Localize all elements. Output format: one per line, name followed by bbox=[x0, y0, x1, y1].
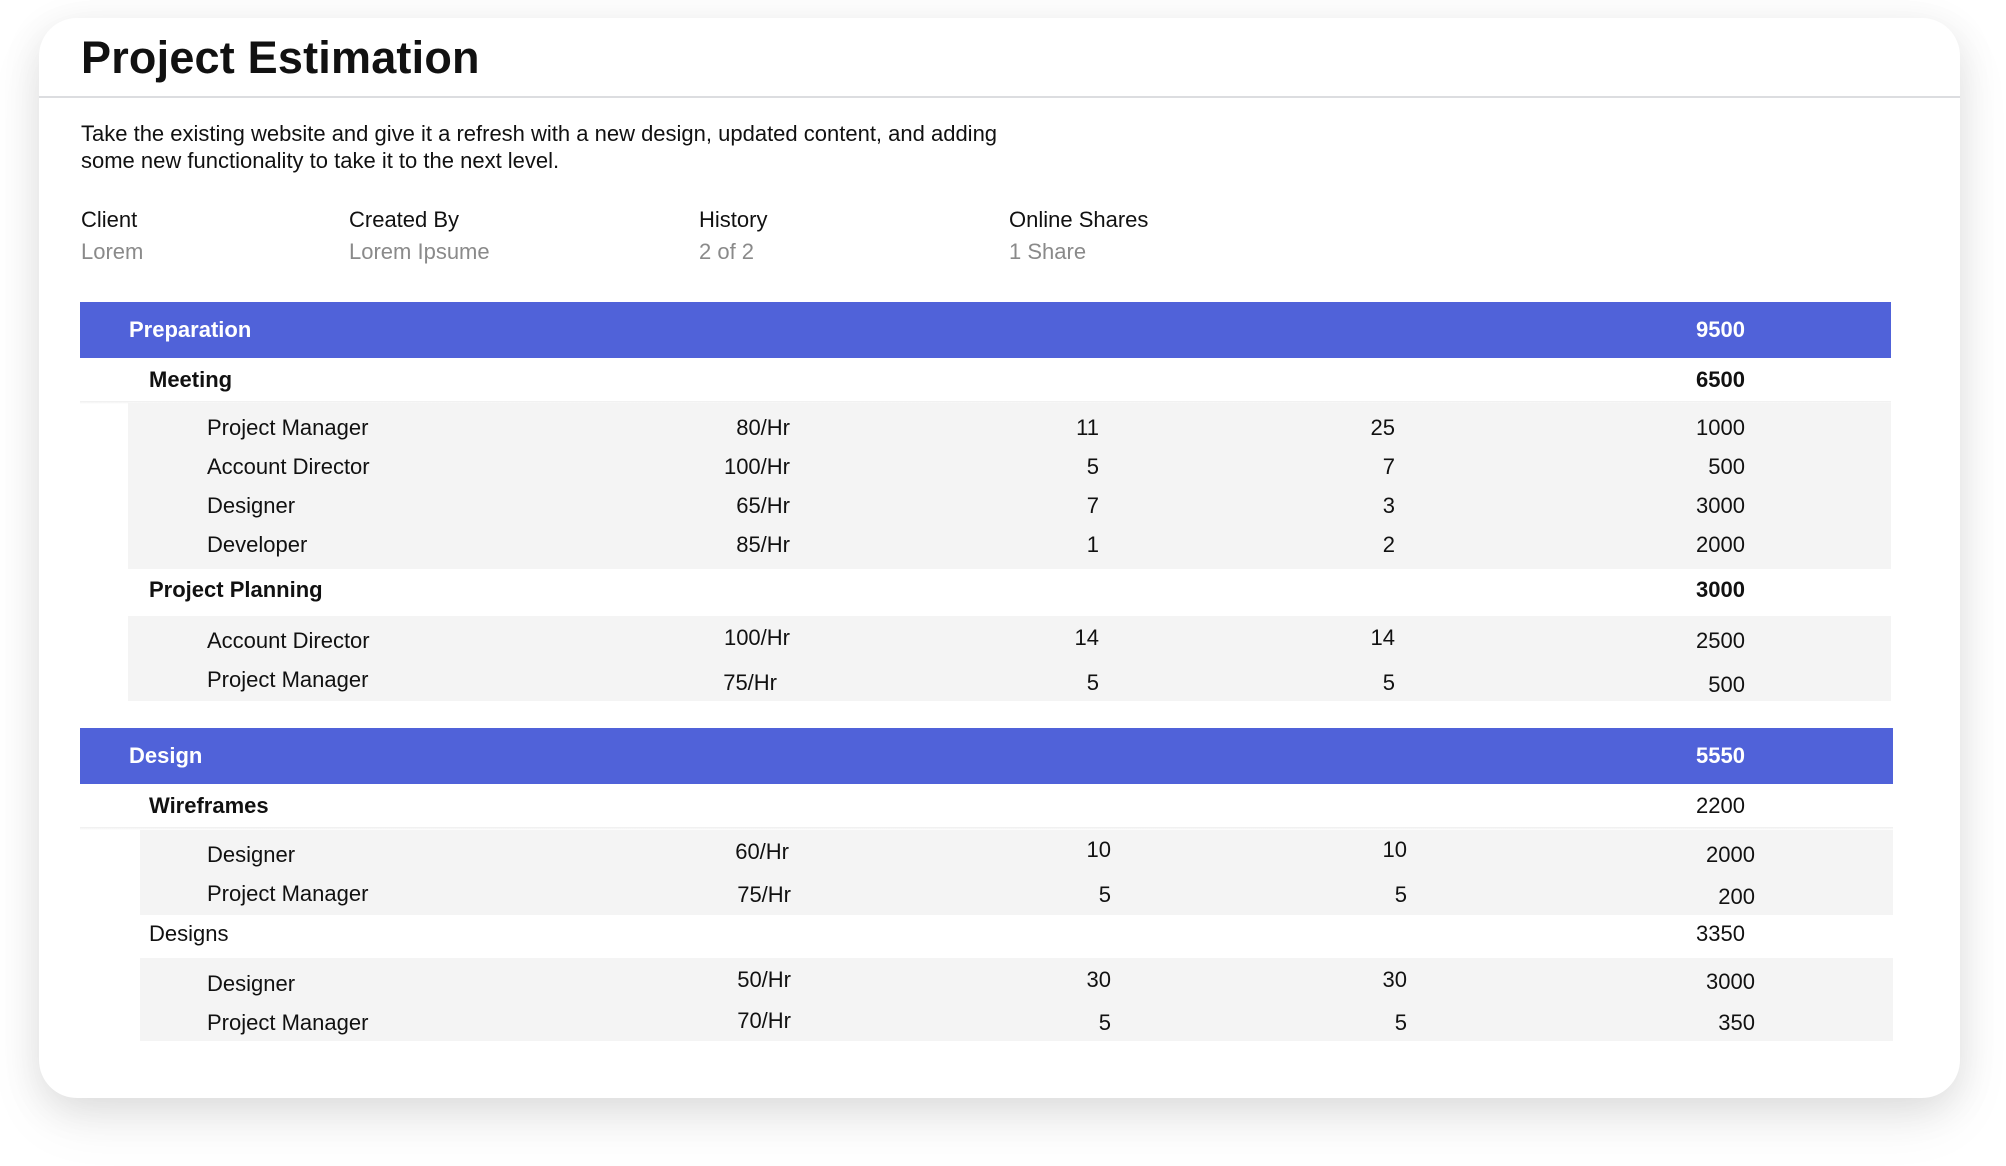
table-row[interactable]: Account Director 100/Hr 14 14 2500 bbox=[128, 619, 1891, 658]
amount-cell: 500 bbox=[1708, 672, 1745, 697]
section-header-design[interactable]: Design 5550 bbox=[80, 728, 1893, 784]
rate-cell: 100/Hr bbox=[723, 625, 790, 650]
qty-cell: 11 bbox=[1076, 415, 1099, 440]
meta-created-by-value: Lorem Ipsume bbox=[349, 239, 490, 264]
hours-cell: 30 bbox=[1382, 967, 1407, 992]
amount-cell: 3000 bbox=[1706, 969, 1755, 994]
role-cell: Account Director bbox=[207, 628, 370, 653]
table-row[interactable]: Project Manager 75/Hr 5 5 200 bbox=[140, 872, 1893, 911]
role-cell: Developer bbox=[207, 532, 308, 557]
rate-cell: 70/Hr bbox=[737, 1008, 791, 1033]
rate-cell: 80/Hr bbox=[736, 415, 790, 440]
meta-online-shares-label: Online Shares bbox=[1009, 207, 1149, 232]
table-row[interactable]: Account Director 100/Hr 5 7 500 bbox=[128, 445, 1891, 484]
group-name: Project Planning bbox=[149, 577, 323, 602]
rate-cell: 85/Hr bbox=[736, 532, 790, 557]
qty-cell: 1 bbox=[1086, 532, 1099, 557]
qty-cell: 10 bbox=[1086, 837, 1111, 862]
group-name: Meeting bbox=[149, 367, 233, 392]
group-header-wireframes[interactable]: Wireframes 2200 bbox=[80, 784, 1893, 830]
meta-online-shares[interactable]: Online Shares 1 Share bbox=[1009, 207, 1148, 265]
title-divider bbox=[39, 96, 1960, 98]
role-cell: Project Manager bbox=[207, 667, 369, 692]
meta-history-value: 2 of 2 bbox=[699, 239, 755, 264]
group-header-designs[interactable]: Designs 3350 bbox=[80, 912, 1893, 956]
meta-online-shares-value: 1 Share bbox=[1009, 239, 1087, 264]
page-title: Project Estimation bbox=[81, 32, 480, 83]
amount-cell: 1000 bbox=[1696, 415, 1745, 440]
qty-cell: 30 bbox=[1086, 967, 1111, 992]
role-cell: Account Director bbox=[207, 454, 370, 479]
rate-cell: 75/Hr bbox=[723, 670, 777, 695]
qty-cell: 5 bbox=[1098, 1010, 1111, 1035]
meta-client-value: Lorem bbox=[81, 239, 144, 264]
hours-cell: 5 bbox=[1394, 1010, 1407, 1035]
role-cell: Project Manager bbox=[207, 415, 369, 440]
rate-cell: 75/Hr bbox=[737, 882, 791, 907]
hours-cell: 2 bbox=[1382, 532, 1395, 557]
section-header-preparation[interactable]: Preparation 9500 bbox=[80, 302, 1891, 358]
hours-cell: 3 bbox=[1382, 493, 1395, 518]
group-name: Designs bbox=[149, 921, 229, 946]
amount-cell: 3000 bbox=[1696, 493, 1745, 518]
amount-cell: 350 bbox=[1718, 1010, 1755, 1035]
section-total: 9500 bbox=[1696, 317, 1745, 342]
role-cell: Designer bbox=[207, 493, 296, 518]
amount-cell: 200 bbox=[1718, 884, 1755, 909]
table-row[interactable]: Designer 65/Hr 7 3 3000 bbox=[128, 484, 1891, 523]
amount-cell: 2500 bbox=[1696, 628, 1745, 653]
rate-cell: 50/Hr bbox=[737, 967, 791, 992]
project-description: Take the existing website and give it a … bbox=[81, 121, 998, 173]
amount-cell: 2000 bbox=[1706, 842, 1755, 867]
section-name: Design bbox=[129, 743, 203, 768]
hours-cell: 25 bbox=[1370, 415, 1395, 440]
group-rows-meeting: Project Manager 80/Hr 11 25 1000 Account… bbox=[128, 403, 1891, 569]
hours-cell: 14 bbox=[1370, 625, 1395, 650]
rate-cell: 65/Hr bbox=[736, 493, 790, 518]
table-row[interactable]: Developer 85/Hr 1 2 2000 bbox=[128, 523, 1891, 562]
table-row[interactable]: Project Manager 70/Hr 5 5 350 bbox=[140, 1000, 1893, 1039]
rate-cell: 100/Hr bbox=[723, 454, 790, 479]
rate-cell: 60/Hr bbox=[735, 839, 789, 864]
amount-cell: 500 bbox=[1708, 454, 1745, 479]
group-total: 2200 bbox=[1696, 793, 1745, 818]
role-cell: Project Manager bbox=[207, 1010, 369, 1035]
group-total: 6500 bbox=[1696, 367, 1745, 392]
meta-history-label: History bbox=[699, 207, 768, 232]
meta-created-by-label: Created By bbox=[349, 207, 460, 232]
group-header-project-planning[interactable]: Project Planning 3000 bbox=[80, 568, 1891, 612]
group-rows-wireframes: Designer 60/Hr 10 10 2000 Project Manage… bbox=[140, 830, 1893, 915]
table-row[interactable]: Project Manager 75/Hr 5 5 500 bbox=[128, 658, 1891, 697]
role-cell: Designer bbox=[207, 842, 296, 867]
group-rows-project-planning: Account Director 100/Hr 14 14 2500 Proje… bbox=[128, 616, 1891, 701]
group-name: Wireframes bbox=[149, 793, 269, 818]
qty-cell: 5 bbox=[1086, 670, 1099, 695]
table-row[interactable]: Designer 60/Hr 10 10 2000 bbox=[140, 833, 1893, 872]
meta-client-label: Client bbox=[81, 207, 138, 232]
group-total: 3000 bbox=[1696, 577, 1745, 602]
meta-created-by: Created By Lorem Ipsume bbox=[349, 207, 490, 265]
meta-client: Client Lorem bbox=[81, 207, 143, 265]
amount-cell: 2000 bbox=[1696, 532, 1745, 557]
qty-cell: 14 bbox=[1074, 625, 1099, 650]
hours-cell: 7 bbox=[1382, 454, 1395, 479]
hours-cell: 5 bbox=[1382, 670, 1395, 695]
role-cell: Project Manager bbox=[207, 881, 369, 906]
qty-cell: 5 bbox=[1098, 882, 1111, 907]
section-name: Preparation bbox=[129, 317, 252, 342]
hours-cell: 10 bbox=[1382, 837, 1407, 862]
section-total: 5550 bbox=[1696, 743, 1745, 768]
role-cell: Designer bbox=[207, 971, 296, 996]
qty-cell: 5 bbox=[1086, 454, 1099, 479]
group-rows-designs: Designer 50/Hr 30 30 3000 Project Manage… bbox=[140, 958, 1893, 1041]
hours-cell: 5 bbox=[1394, 882, 1407, 907]
qty-cell: 7 bbox=[1086, 493, 1099, 518]
meta-history[interactable]: History 2 of 2 bbox=[699, 207, 767, 265]
table-row[interactable]: Project Manager 80/Hr 11 25 1000 bbox=[128, 406, 1891, 445]
table-row[interactable]: Designer 50/Hr 30 30 3000 bbox=[140, 961, 1893, 1000]
group-header-meeting[interactable]: Meeting 6500 bbox=[80, 358, 1891, 404]
group-total: 3350 bbox=[1696, 921, 1745, 946]
